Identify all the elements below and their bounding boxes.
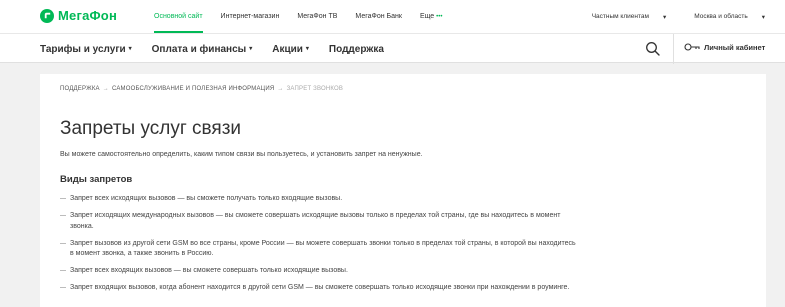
list-item: Запрет исходящих международных вызовов —… [60, 211, 580, 232]
breadcrumb-self-service[interactable]: САМООБСЛУЖИВАНИЕ И ПОЛЕЗНАЯ ИНФОРМАЦИЯ [112, 86, 274, 92]
megafon-logo-icon [40, 8, 54, 23]
top-nav-main-site[interactable]: Основной сайт [154, 0, 203, 33]
chevron-down-icon: ▾ [128, 46, 132, 53]
breadcrumb-separator: → [102, 86, 109, 92]
breadcrumb-separator: → [277, 86, 284, 92]
main-nav-promos[interactable]: Акции ▾ [272, 44, 309, 55]
top-bar: МегаФон Основной сайт Интернет-магазин М… [0, 0, 785, 33]
page-title: Запреты услуг связи [60, 118, 242, 139]
search-button[interactable] [645, 41, 661, 57]
logo-text: МегаФон [58, 8, 117, 23]
breadcrumb-current: ЗАПРЕТ ЗВОНКОВ [286, 86, 344, 92]
chevron-down-icon: ▾ [249, 46, 253, 53]
breadcrumb: ПОДДЕРЖКА → САМООБСЛУЖИВАНИЕ И ПОЛЕЗНАЯ ИН… [60, 86, 343, 92]
main-nav-payment[interactable]: Оплата и финансы ▾ [152, 44, 253, 55]
main-nav-label: Оплата и финансы [151, 43, 247, 55]
list-item: Запрет входящих вызовов, когда абонент н… [60, 283, 580, 294]
top-nav-bank[interactable]: МегаФон Банк [355, 0, 402, 33]
chevron-down-icon: ▾ [662, 13, 667, 21]
main-nav: Тарифы и услуги ▾ Оплата и финансы ▾ Акции… [0, 33, 785, 64]
main-nav-items: Тарифы и услуги ▾ Оплата и финансы ▾ Акции… [40, 34, 404, 64]
main-nav-tariffs[interactable]: Тарифы и услуги ▾ [40, 44, 132, 55]
key-icon [684, 43, 700, 51]
region-label: Москва и область [694, 13, 748, 21]
region-selector[interactable]: Москва и область ▾ [680, 13, 765, 21]
segment-label: Частным клиентам [591, 13, 649, 21]
top-nav-more[interactable]: Еще ••• [420, 0, 443, 33]
restrictions-list: Запрет всех исходящих вызовов — вы сможе… [60, 194, 580, 300]
megafon-logo[interactable]: МегаФон [40, 8, 117, 23]
personal-cabinet-button[interactable]: Личный кабинет [684, 42, 765, 52]
top-nav-tv[interactable]: МегаФон ТВ [297, 0, 337, 33]
more-dots-icon: ••• [436, 14, 443, 20]
search-icon [646, 42, 660, 56]
list-item: Запрет вызовов из другой сети GSM во все… [60, 239, 580, 260]
main-nav-label: Поддержка [328, 43, 384, 55]
top-nav-shop[interactable]: Интернет-магазин [221, 0, 280, 33]
top-right: Частным клиентам ▾ Москва и область ▾ [564, 0, 765, 33]
main-nav-label: Тарифы и услуги [40, 43, 126, 55]
chevron-down-icon: ▾ [305, 46, 309, 53]
breadcrumb-support[interactable]: ПОДДЕРЖКА [60, 86, 100, 92]
nav-divider [673, 34, 674, 64]
chevron-down-icon: ▾ [761, 13, 765, 21]
list-item: Запрет всех входящих вызовов — вы сможет… [60, 266, 580, 277]
main-nav-support[interactable]: Поддержка [329, 44, 384, 55]
main-nav-label: Акции [272, 43, 303, 55]
content-card: ПОДДЕРЖКА → САМООБСЛУЖИВАНИЕ И ПОЛЕЗНАЯ ИН… [40, 74, 766, 307]
top-nav: Основной сайт Интернет-магазин МегаФон Т… [154, 0, 460, 33]
cabinet-label: Личный кабинет [704, 42, 766, 52]
list-item: Запрет всех исходящих вызовов — вы сможе… [60, 194, 580, 205]
section-subtitle: Виды запретов [60, 174, 133, 185]
more-label: Еще [419, 13, 435, 20]
page-intro: Вы можете самостоятельно определить, как… [60, 151, 423, 158]
segment-selector[interactable]: Частным клиентам ▾ [578, 13, 667, 21]
